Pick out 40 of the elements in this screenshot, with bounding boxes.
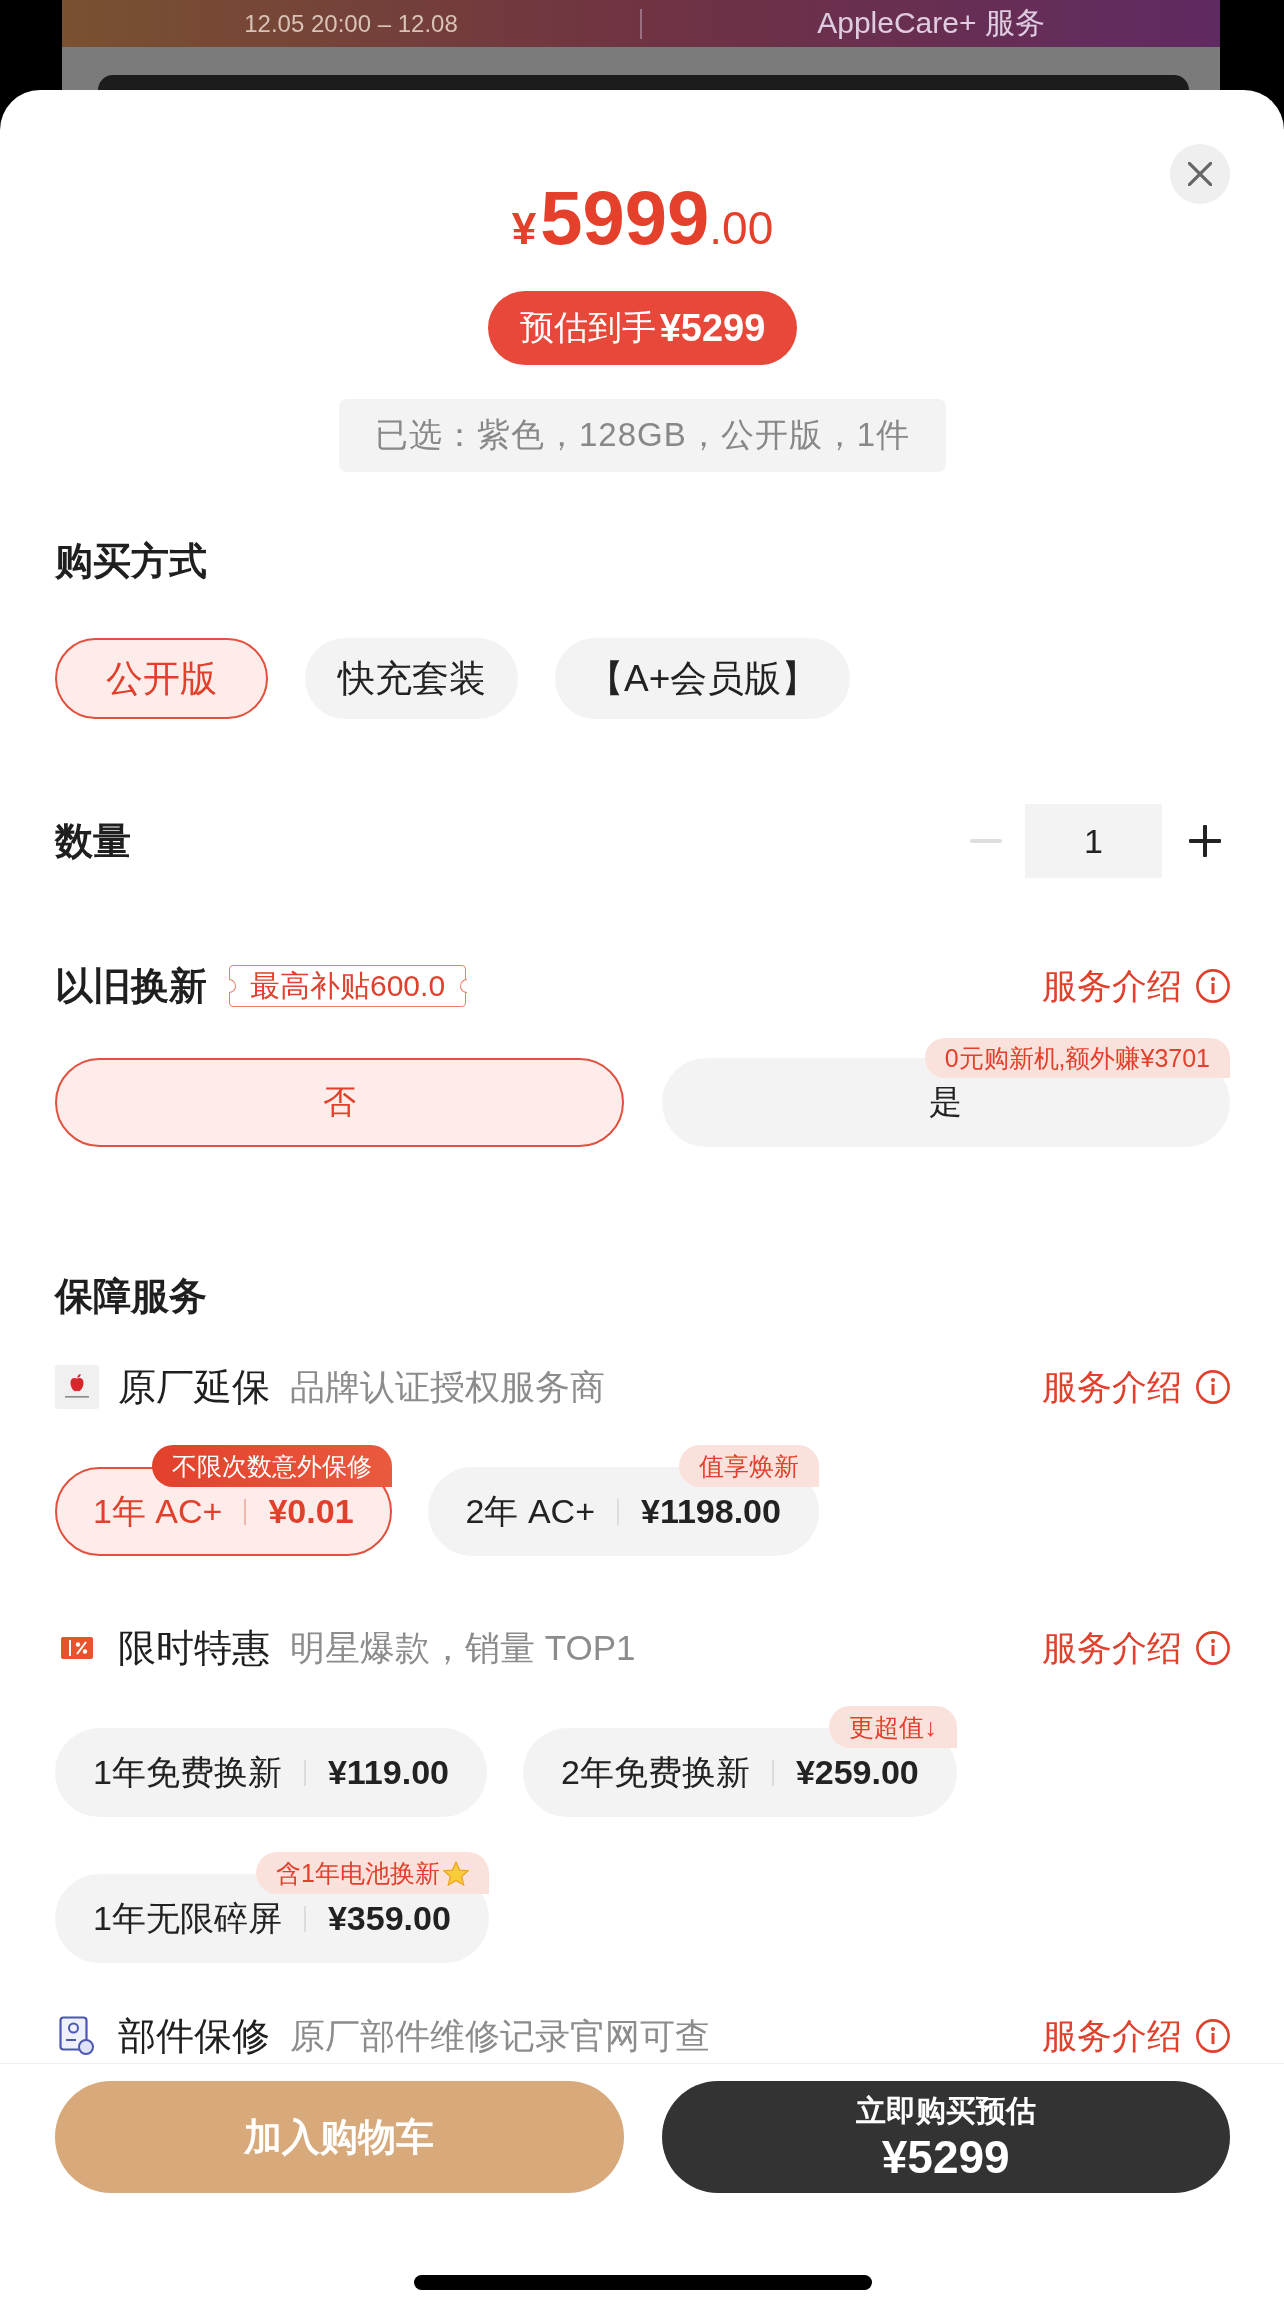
option-chip[interactable]: 否 — [55, 1058, 624, 1147]
service-subtitle: 原厂部件维修记录官网可查 — [290, 2014, 710, 2057]
promo-badge: 不限次数意外保修 — [151, 1445, 392, 1487]
banner-date-text: 12.05 20:00 – 12.08 — [244, 9, 458, 38]
promo-badge: 0元购新机,额外赚¥3701 — [924, 1038, 1230, 1078]
quantity-field[interactable]: 1 — [1025, 804, 1162, 878]
service-name: 部件保修 — [118, 2013, 270, 2059]
plus-icon[interactable] — [1189, 825, 1221, 857]
service-subtitle: 品牌认证授权服务商 — [290, 1365, 605, 1408]
option-chip[interactable]: 公开版 — [55, 638, 268, 719]
service-info-link[interactable]: 服务介绍 — [1042, 1624, 1230, 1672]
price-text: ¥5999.00 — [511, 174, 774, 262]
promo-badge: 更超值↓ — [829, 1706, 957, 1748]
service-subtitle: 明星爆款，销量 TOP1 — [290, 1626, 636, 1669]
option-chip[interactable]: 【A+会员版】 — [555, 638, 851, 719]
plan-chip[interactable]: 1年免费换新 ¥119.00 — [55, 1728, 487, 1817]
info-icon — [1196, 1631, 1230, 1665]
close-icon — [1188, 162, 1212, 186]
service-info-link[interactable]: 服务介绍 — [1042, 1363, 1230, 1411]
service-name: 原厂延保 — [118, 1364, 270, 1410]
service-name: 限时特惠 — [118, 1625, 270, 1671]
service-info-link[interactable]: 服务介绍 — [1042, 962, 1230, 1010]
info-icon — [1196, 2019, 1230, 2053]
service-info-link[interactable]: 服务介绍 — [1042, 2012, 1230, 2060]
percent-tag-icon — [61, 1637, 93, 1659]
document-gear-icon — [59, 2016, 95, 2056]
subsidy-tag: 最高补贴600.0 — [229, 965, 467, 1007]
banner-title-text: AppleCare+ 服务 — [817, 5, 1045, 41]
apple-icon — [55, 1365, 99, 1409]
section-title: 购买方式 — [55, 539, 207, 584]
buy-now-button[interactable]: 立即购买预估 ¥5299 — [661, 2081, 1230, 2193]
section-title: 数量 — [55, 819, 131, 864]
promo-badge: 值享焕新 — [678, 1445, 819, 1487]
info-icon — [1196, 1370, 1230, 1404]
option-chip[interactable]: 快充套装 — [305, 638, 518, 719]
section-title: 以旧换新 — [55, 964, 207, 1009]
section-title: 保障服务 — [55, 1274, 207, 1319]
estimated-price-badge: 预估到手¥5299 — [487, 291, 798, 365]
selection-summary: 已选：紫色，128GB，公开版，1件 — [338, 399, 947, 472]
info-icon — [1196, 969, 1230, 1003]
